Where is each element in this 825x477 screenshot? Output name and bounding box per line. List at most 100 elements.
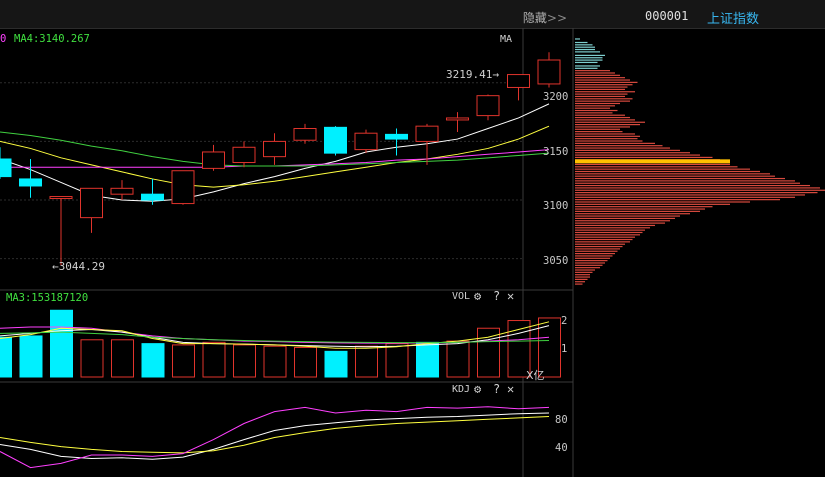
volume-unit: X亿 [526,369,545,382]
volume-bar [0,336,12,378]
profile-bar [575,109,618,112]
profile-bar [575,107,610,109]
candle-body [476,95,500,117]
profile-bar [575,154,700,156]
kdj-tick: 40 [555,442,568,454]
volume-bars [0,309,561,378]
profile-bar [575,98,633,100]
candle-body [80,187,103,219]
volume-close-icon[interactable]: ✕ [507,289,514,303]
profile-bar [575,274,590,276]
candle-body [293,128,317,141]
profile-bar [575,229,645,231]
profile-bar [575,257,610,259]
profile-bar [575,276,590,278]
profile-bar [575,241,630,243]
profile-bar [575,121,645,123]
profile-bar [575,48,595,51]
volume-tick: 1 [561,343,568,355]
profile-bar [575,217,675,220]
profile-bar [575,245,623,248]
volume-bar [233,344,256,378]
profile-bar [575,79,630,81]
candle-body [0,158,12,178]
candle-body [385,133,408,140]
profile-bar [575,70,610,72]
profile-bar [575,147,670,149]
volume-bar [416,341,439,378]
profile-bar [575,81,638,83]
low-price-label: ←3044.29 [52,260,105,273]
profile-bar [575,54,605,56]
kdj-settings-gear-icon[interactable]: ⚙ [474,382,481,396]
indicator-tag[interactable]: MA [500,34,512,45]
profile-bar [575,224,655,227]
profile-bar [575,112,613,114]
profile-bar [575,269,595,271]
kdj-panel-name: KDJ [452,384,471,395]
high-price-label: 3219.41→ [446,68,499,81]
profile-bar [575,135,640,137]
profile-bar [575,88,625,91]
profile-bar [575,267,600,269]
profile-bar [575,260,608,262]
volume-bar [111,339,134,378]
kdj-close-icon[interactable]: ✕ [507,382,514,396]
profile-bar [575,264,603,266]
profile-bar [575,173,770,175]
profile-bar [575,262,605,264]
profile-bar [575,100,630,102]
profile-bar [575,61,598,64]
volume-bar [50,309,73,378]
volume-bar [385,343,409,378]
profile-bar [575,116,630,119]
profile-bar [575,91,635,93]
chart-canvas[interactable] [0,0,825,477]
profile-bar [575,255,613,257]
volume-settings-gear-icon[interactable]: ⚙ [474,289,481,303]
profile-bar [575,72,615,74]
volume-bar [202,341,226,378]
volume-bar [324,350,348,378]
profile-bar [575,248,620,250]
candle-body [324,126,347,154]
profile-bar [575,196,795,198]
profile-bar [575,51,600,53]
kdj-lines [0,406,550,469]
ma-legend-partial: 0 [0,33,7,45]
volume-help-icon[interactable]: ? [493,289,500,303]
kdj-tick: 80 [555,414,568,426]
profile-bar [575,206,713,208]
profile-bar [575,105,615,107]
profile-bar [575,131,623,133]
profile-bar [575,182,800,184]
profile-bar [575,271,593,273]
profile-bar [575,128,620,130]
profile-bar [575,227,650,229]
price-tick: 3200 [543,91,569,103]
profile-bar [575,59,603,61]
profile-bar [575,236,635,238]
profile-bar [575,180,795,182]
volume-panel-name: VOL [452,291,471,302]
profile-bar [575,74,620,76]
kdj-help-icon[interactable]: ? [493,382,500,396]
profile-max-volume-line [575,159,730,164]
profile-bar [575,168,750,170]
profile-bar [575,170,760,173]
profile-bar [575,199,780,201]
profile-bar [575,283,583,285]
arrow-right-icon: → [492,68,499,81]
profile-bar [575,67,598,69]
volume-bar [80,339,104,378]
profile-bar [575,163,730,166]
profile-bar [575,152,690,154]
profile-bar [575,44,593,46]
profile-bar [575,84,633,86]
profile-bar [575,133,635,135]
profile-bar [575,215,680,217]
volume-tick: 2 [561,315,568,327]
high-price-value: 3219.41 [446,68,493,81]
profile-bar [575,177,785,180]
profile-bar [575,156,713,159]
